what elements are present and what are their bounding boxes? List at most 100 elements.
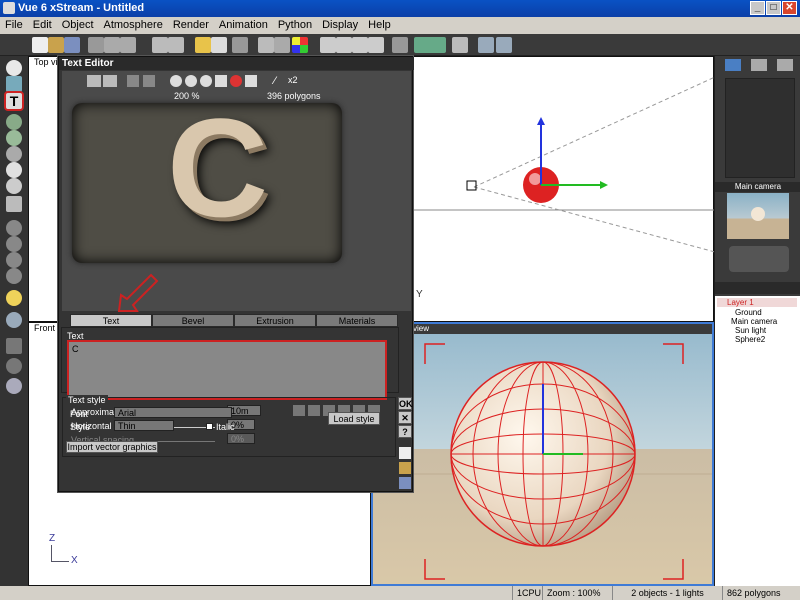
- preview-viewport[interactable]: C: [72, 89, 342, 263]
- ok-button[interactable]: OK: [398, 397, 413, 410]
- window-title: Vue 6 xStream - Untitled: [18, 2, 145, 14]
- search-icon[interactable]: [6, 378, 22, 394]
- side-viewport[interactable]: Y: [413, 56, 715, 322]
- text-input[interactable]: C: [67, 340, 387, 400]
- terrain-icon[interactable]: [6, 114, 22, 130]
- menu-file[interactable]: File: [0, 17, 28, 31]
- cloud-icon[interactable]: [6, 162, 22, 178]
- tab-extrusion[interactable]: Extrusion: [234, 314, 316, 327]
- help-button[interactable]: ?: [398, 425, 412, 438]
- zoom-reset-icon[interactable]: [368, 37, 384, 53]
- undo-icon[interactable]: [127, 75, 139, 87]
- zoom-in-icon[interactable]: [320, 37, 336, 53]
- metablob-icon[interactable]: [6, 236, 22, 252]
- atmosphere-icon[interactable]: [195, 37, 211, 53]
- wind-icon[interactable]: [6, 312, 22, 328]
- zoom-fit-icon[interactable]: [352, 37, 368, 53]
- menu-render[interactable]: Render: [168, 17, 214, 31]
- bar-chart-icon[interactable]: [6, 338, 22, 354]
- text-tool-icon[interactable]: T: [4, 91, 24, 111]
- material-icon[interactable]: [258, 37, 274, 53]
- panel-tab-objects-icon[interactable]: [725, 59, 741, 71]
- open-icon[interactable]: [48, 37, 64, 53]
- minimize-button[interactable]: _: [750, 1, 765, 15]
- layer-item[interactable]: Layer 1: [717, 298, 797, 307]
- sun-icon[interactable]: [6, 290, 22, 306]
- pan-hand-icon[interactable]: [245, 75, 257, 87]
- italic-checkbox[interactable]: [206, 423, 213, 430]
- side-view-canvas: [414, 76, 715, 253]
- clapper-icon[interactable]: [452, 37, 468, 53]
- clouds-icon[interactable]: [211, 37, 227, 53]
- close-button[interactable]: ✕: [782, 1, 797, 15]
- menu-help[interactable]: Help: [363, 17, 396, 31]
- menu-display[interactable]: Display: [317, 17, 363, 31]
- menu-atmosphere[interactable]: Atmosphere: [99, 17, 168, 31]
- zoom-in-icon[interactable]: [170, 75, 182, 87]
- layer-item[interactable]: Sun light: [735, 326, 766, 335]
- grid-icon[interactable]: [215, 75, 227, 87]
- layer-item[interactable]: Main camera: [731, 317, 777, 326]
- main-camera-viewport[interactable]: view: [371, 322, 714, 586]
- color-icon[interactable]: [292, 37, 308, 53]
- import-vector-button[interactable]: Import vector graphics: [66, 441, 158, 453]
- copy-icon[interactable]: [104, 37, 120, 53]
- menu-python[interactable]: Python: [273, 17, 317, 31]
- layer-item[interactable]: Sphere2: [735, 335, 765, 344]
- boolean-icon[interactable]: [6, 220, 22, 236]
- timeline-icon[interactable]: [414, 37, 446, 53]
- rock-icon[interactable]: [6, 146, 22, 162]
- planet-icon[interactable]: [6, 178, 22, 194]
- tab-materials[interactable]: Materials: [316, 314, 398, 327]
- new-icon[interactable]: [32, 37, 48, 53]
- axis-x-line: [51, 561, 69, 562]
- hypertexture-icon[interactable]: [6, 268, 22, 284]
- four-views-icon[interactable]: [478, 37, 494, 53]
- menu-animation[interactable]: Animation: [214, 17, 273, 31]
- tab-bevel[interactable]: Bevel: [152, 314, 234, 327]
- undo-icon[interactable]: [152, 37, 168, 53]
- font-select[interactable]: Arial: [114, 407, 232, 418]
- cut-icon[interactable]: [88, 37, 104, 53]
- redo-icon[interactable]: [143, 75, 155, 87]
- zoom-fit-icon[interactable]: [200, 75, 212, 87]
- panel-tab-materials-icon[interactable]: [751, 59, 767, 71]
- render-icon[interactable]: [232, 37, 248, 53]
- camera-controls[interactable]: [729, 246, 789, 272]
- status-objects: 2 objects - 1 lights: [612, 586, 722, 600]
- save-icon[interactable]: [64, 37, 80, 53]
- new-document-icon[interactable]: [399, 447, 411, 459]
- panel-tab-links-icon[interactable]: [777, 59, 793, 71]
- redo-icon[interactable]: [168, 37, 184, 53]
- style-select[interactable]: Thin: [114, 420, 174, 431]
- save-disk-icon[interactable]: [399, 477, 411, 489]
- render-icon[interactable]: [230, 75, 242, 87]
- sphere-icon[interactable]: [6, 60, 22, 76]
- paste-icon[interactable]: [120, 37, 136, 53]
- cube-icon[interactable]: [6, 76, 22, 92]
- plant-icon[interactable]: [6, 130, 22, 146]
- single-view-icon[interactable]: [496, 37, 512, 53]
- menu-edit[interactable]: Edit: [28, 17, 57, 31]
- subdivide-icon[interactable]: ⁄: [274, 75, 286, 87]
- camera-icon[interactable]: [392, 37, 408, 53]
- preview-letter: C: [167, 89, 269, 246]
- zoom-out-icon[interactable]: [336, 37, 352, 53]
- link-icon[interactable]: [6, 252, 22, 268]
- group-icon[interactable]: [6, 196, 22, 212]
- camera-thumbnail: [727, 193, 789, 239]
- zoom-out-icon[interactable]: [185, 75, 197, 87]
- main-view-label: view: [413, 324, 430, 333]
- open-folder-icon[interactable]: [399, 462, 411, 474]
- menu-object[interactable]: Object: [57, 17, 99, 31]
- layer-item[interactable]: Ground: [735, 308, 762, 317]
- sound-icon[interactable]: [6, 358, 22, 374]
- right-panel: Main camera Layer 1 Ground Main camera S…: [714, 56, 800, 586]
- maximize-button[interactable]: □: [766, 1, 781, 15]
- object-icon[interactable]: [274, 37, 290, 53]
- cancel-button[interactable]: ✕: [398, 411, 412, 424]
- tab-text[interactable]: Text: [70, 314, 152, 327]
- view-icon[interactable]: [87, 75, 101, 87]
- view-options-icon[interactable]: [103, 75, 117, 87]
- load-style-button[interactable]: Load style: [328, 412, 380, 425]
